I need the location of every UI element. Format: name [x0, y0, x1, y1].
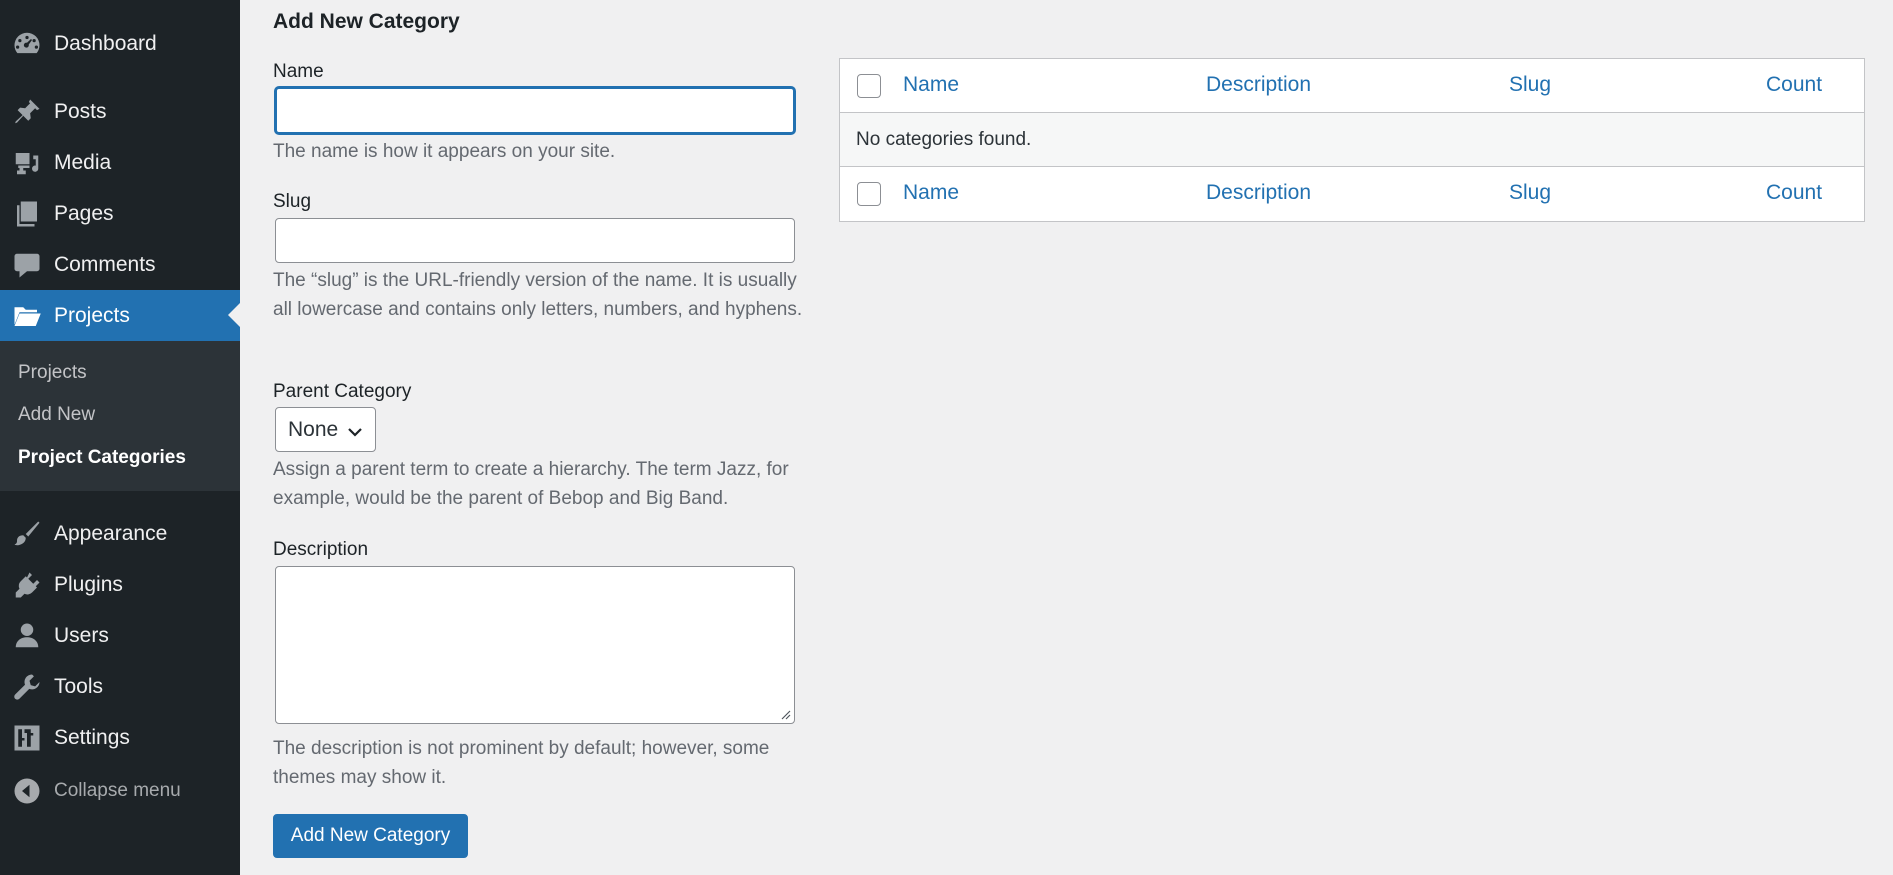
- menu-item-label: Users: [54, 623, 109, 647]
- parent-category-help-text: Assign a parent term to create a hierarc…: [273, 459, 789, 509]
- table-footer-row: Name Description Slug Count: [840, 167, 1864, 221]
- parent-category-select[interactable]: None: [275, 407, 376, 452]
- parent-category-value: None: [288, 417, 339, 441]
- column-slug-sort-footer[interactable]: Slug: [1509, 181, 1551, 205]
- pages-icon: [0, 188, 54, 239]
- dashboard-icon: [0, 18, 54, 69]
- table-empty-row: No categories found.: [840, 113, 1864, 167]
- menu-item-projects[interactable]: Projects: [0, 290, 240, 341]
- form-title: Add New Category: [273, 10, 460, 33]
- name-help-text: The name is how it appears on your site.: [273, 141, 616, 162]
- collapse-menu-button[interactable]: Collapse menu: [0, 765, 240, 816]
- no-items-message: No categories found.: [856, 129, 1032, 150]
- categories-table: Name Description Slug Count No categorie…: [839, 58, 1865, 222]
- menu-item-comments[interactable]: Comments: [0, 239, 240, 290]
- column-description-sort-footer[interactable]: Description: [1206, 181, 1311, 205]
- table-header-row: Name Description Slug Count: [840, 59, 1864, 113]
- menu-item-label: Pages: [54, 201, 114, 225]
- menu-item-label: Settings: [54, 725, 130, 749]
- column-name-sort[interactable]: Name: [903, 73, 959, 97]
- menu-item-pages[interactable]: Pages: [0, 188, 240, 239]
- media-icon: [0, 137, 54, 188]
- slug-help-text: The “slug” is the URL-friendly version o…: [273, 270, 803, 320]
- wrench-icon: [0, 661, 54, 712]
- column-slug-sort[interactable]: Slug: [1509, 73, 1551, 97]
- resize-grip-icon[interactable]: [779, 708, 791, 720]
- menu-item-label: Tools: [54, 674, 104, 698]
- menu-item-plugins[interactable]: Plugins: [0, 559, 240, 610]
- projects-submenu: Projects Add New Project Categories: [0, 341, 240, 491]
- select-all-checkbox[interactable]: [857, 74, 881, 98]
- menu-item-media[interactable]: Media: [0, 137, 240, 188]
- name-label: Name: [273, 61, 324, 82]
- description-textarea[interactable]: [275, 566, 795, 724]
- brush-icon: [0, 508, 54, 559]
- menu-item-label: Plugins: [54, 572, 123, 596]
- menu-item-settings[interactable]: Settings: [0, 712, 240, 763]
- add-new-category-button[interactable]: Add New Category: [273, 814, 468, 858]
- pin-icon: [0, 86, 54, 137]
- settings-icon: [0, 712, 54, 763]
- description-label: Description: [273, 539, 369, 560]
- chevron-down-icon: [347, 422, 363, 446]
- column-name-sort-footer[interactable]: Name: [903, 181, 959, 205]
- collapse-arrow-icon: [0, 765, 54, 816]
- parent-category-label: Parent Category: [273, 381, 412, 402]
- menu-item-label: Dashboard: [54, 31, 157, 55]
- column-description-sort[interactable]: Description: [1206, 73, 1311, 97]
- menu-item-users[interactable]: Users: [0, 610, 240, 661]
- column-count-sort[interactable]: Count: [1766, 73, 1822, 97]
- comment-icon: [0, 239, 54, 290]
- current-menu-arrow: [228, 303, 240, 327]
- name-input[interactable]: [275, 87, 795, 134]
- column-count-sort-footer[interactable]: Count: [1766, 181, 1822, 205]
- menu-item-appearance[interactable]: Appearance: [0, 508, 240, 559]
- menu-item-dashboard[interactable]: Dashboard: [0, 18, 240, 69]
- admin-sidebar: Dashboard Posts Media Pages Comments Pro…: [0, 0, 240, 875]
- menu-item-label: Projects: [54, 303, 130, 327]
- menu-item-label: Posts: [54, 99, 107, 123]
- menu-item-label: Comments: [54, 252, 156, 276]
- menu-item-tools[interactable]: Tools: [0, 661, 240, 712]
- collapse-menu-label: Collapse menu: [54, 779, 181, 801]
- menu-item-posts[interactable]: Posts: [0, 86, 240, 137]
- submenu-item-add-new[interactable]: Add New: [18, 404, 95, 426]
- slug-input[interactable]: [275, 218, 795, 263]
- select-all-checkbox-footer[interactable]: [857, 182, 881, 206]
- plugin-icon: [0, 559, 54, 610]
- menu-item-label: Media: [54, 150, 112, 174]
- user-icon: [0, 610, 54, 661]
- submenu-item-projects[interactable]: Projects: [18, 362, 87, 384]
- menu-item-label: Appearance: [54, 521, 168, 545]
- folder-icon: [0, 290, 54, 341]
- submenu-item-project-categories[interactable]: Project Categories: [18, 447, 186, 469]
- slug-label: Slug: [273, 191, 312, 212]
- description-help-text: The description is not prominent by defa…: [273, 738, 770, 788]
